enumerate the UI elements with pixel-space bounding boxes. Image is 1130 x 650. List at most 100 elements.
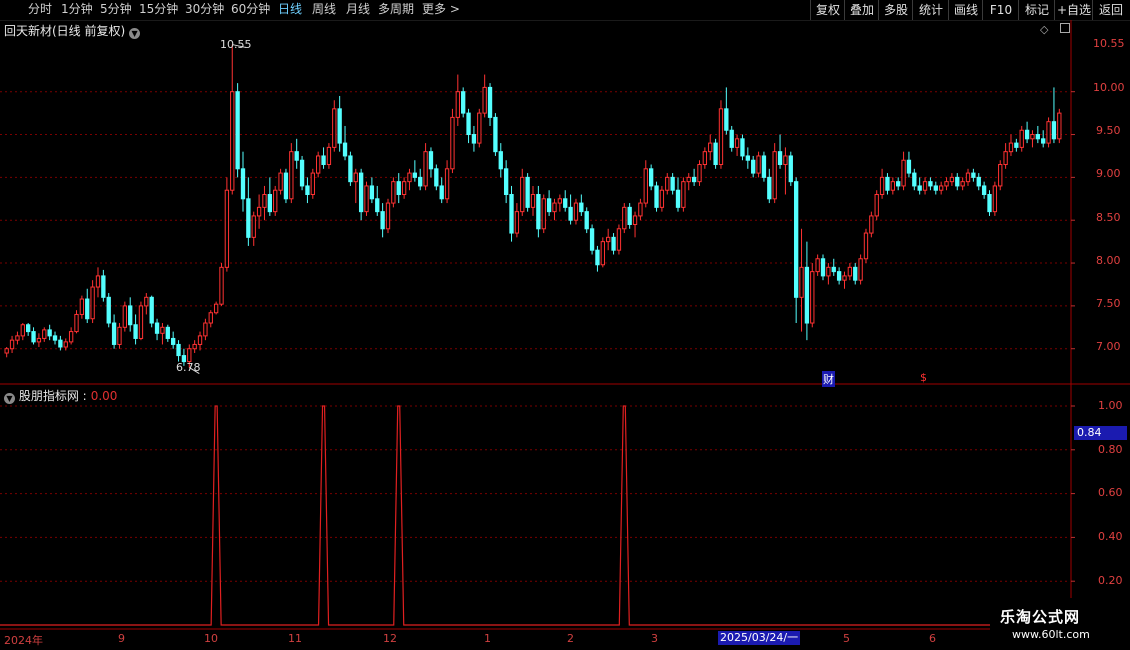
candle-body xyxy=(267,194,273,213)
candle-body xyxy=(353,172,358,183)
candle-body xyxy=(595,249,600,266)
candle-body xyxy=(826,266,831,277)
candle-body xyxy=(643,168,648,204)
candle-body xyxy=(122,305,128,328)
dividend-marker[interactable]: $ xyxy=(920,371,927,384)
candle-body xyxy=(283,172,289,200)
chevron-down-icon[interactable]: ▼ xyxy=(129,28,141,39)
candle-body xyxy=(981,185,987,196)
candle-body xyxy=(740,138,745,157)
kline-chart[interactable] xyxy=(0,0,1130,650)
indicator-axis-label: 1.00 xyxy=(1098,399,1123,412)
candle-body xyxy=(552,202,557,213)
candle-body xyxy=(971,172,976,178)
candle-body xyxy=(922,181,928,191)
candle-body xyxy=(461,91,466,114)
candle-body xyxy=(450,116,455,170)
candle-body xyxy=(906,159,912,174)
candle-body xyxy=(471,134,477,144)
candle-body xyxy=(418,176,423,187)
candle-body xyxy=(47,329,52,337)
candle-body xyxy=(256,206,262,217)
stock-name-label: 回天新材(日线 前复权) xyxy=(4,24,126,38)
candle-body xyxy=(686,176,691,183)
price-axis-label: 8.50 xyxy=(1096,211,1121,224)
panel-toggle-icon[interactable] xyxy=(1060,23,1070,33)
candle-body xyxy=(611,236,616,251)
candle-body xyxy=(203,322,208,337)
candle-body xyxy=(917,185,922,191)
date-label: 2024年 xyxy=(4,634,43,647)
candle-body xyxy=(213,303,219,314)
candle-body xyxy=(965,172,971,183)
candle-body xyxy=(364,185,369,213)
candle-body xyxy=(568,206,573,221)
candle-body xyxy=(745,155,750,161)
candle-body xyxy=(251,215,256,238)
candle-body xyxy=(541,198,546,230)
candle-body xyxy=(573,202,579,221)
candle-body xyxy=(724,108,729,131)
candle-body xyxy=(520,176,525,213)
candle-body xyxy=(326,146,332,166)
candle-body xyxy=(928,181,933,187)
candle-body xyxy=(793,181,799,298)
date-label: 12 xyxy=(383,632,397,645)
candle-body xyxy=(337,108,342,144)
candle-body xyxy=(391,181,396,204)
candle-body xyxy=(380,211,385,230)
high-price-label: 10.55 xyxy=(220,38,252,51)
candle-body xyxy=(208,312,213,324)
candle-body xyxy=(874,194,879,217)
price-axis-label: 7.50 xyxy=(1096,297,1121,310)
candle-body xyxy=(219,266,224,305)
candle-body xyxy=(1014,142,1019,148)
financial-report-marker[interactable]: 财 xyxy=(822,371,835,387)
candle-body xyxy=(949,176,955,183)
watermark-title: 乐淘公式网 xyxy=(1000,608,1081,626)
diamond-icon[interactable]: ◇ xyxy=(1040,23,1048,36)
candle-body xyxy=(289,151,294,200)
candle-body xyxy=(885,176,890,191)
price-axis-label: 8.00 xyxy=(1096,254,1121,267)
candle-body xyxy=(52,335,58,341)
candle-body xyxy=(487,86,493,118)
low-price-label: 6.78 xyxy=(176,361,201,374)
candle-body xyxy=(160,326,165,334)
candle-body xyxy=(144,296,149,307)
price-axis-label: 10.55 xyxy=(1093,37,1125,50)
candle-body xyxy=(681,181,686,208)
candle-body xyxy=(117,326,122,345)
cursor-date-box: 2025/03/24/一 xyxy=(718,631,800,645)
candle-body xyxy=(734,138,740,148)
candle-body xyxy=(171,337,176,345)
candle-body xyxy=(240,168,246,200)
candle-body xyxy=(761,155,767,178)
candle-body xyxy=(154,322,160,334)
candle-body xyxy=(1057,112,1062,140)
indicator-separator: : xyxy=(82,389,87,403)
candle-body xyxy=(246,198,251,238)
candle-body xyxy=(192,343,197,350)
candle-body xyxy=(536,194,541,230)
price-axis-label: 7.00 xyxy=(1096,340,1121,353)
candle-body xyxy=(493,116,498,153)
candle-body xyxy=(772,151,777,200)
candle-body xyxy=(799,266,804,298)
candle-body xyxy=(305,185,310,196)
candle-body xyxy=(444,168,450,200)
indicator-axis-label: 0.40 xyxy=(1098,530,1123,543)
candle-body xyxy=(756,155,761,174)
candle-body xyxy=(95,275,101,288)
date-label: 5 xyxy=(843,632,850,645)
candle-body xyxy=(401,181,407,196)
candle-body xyxy=(563,198,568,208)
candle-body xyxy=(729,129,734,148)
candle-body xyxy=(998,164,1003,187)
candle-body xyxy=(901,159,906,187)
chevron-down-icon[interactable]: ▼ xyxy=(4,393,15,404)
candle-body xyxy=(987,194,992,213)
candle-body xyxy=(138,305,144,339)
candle-body xyxy=(584,211,589,230)
candle-body xyxy=(278,172,283,191)
